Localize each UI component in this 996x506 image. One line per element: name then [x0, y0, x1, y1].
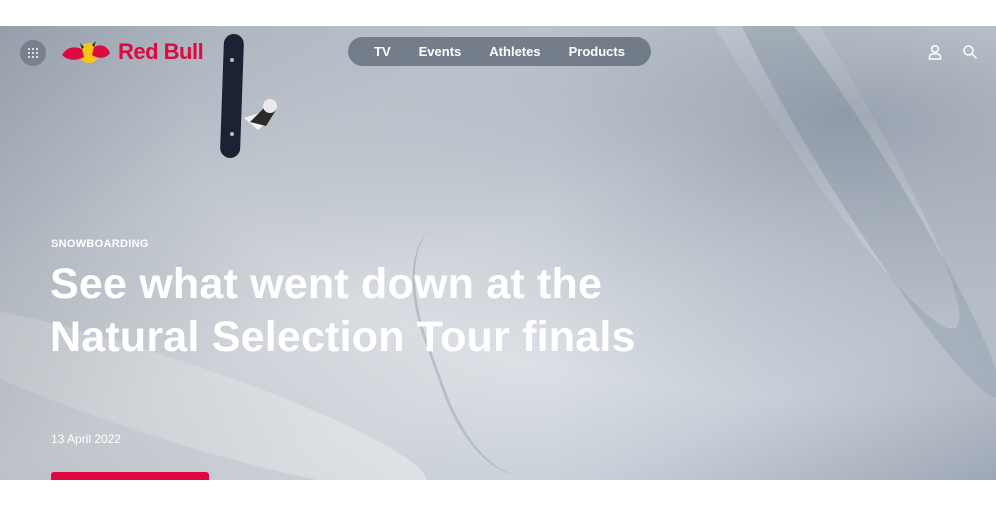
cta-button[interactable] — [51, 472, 209, 480]
bulls-icon — [62, 41, 110, 63]
nav-link-tv[interactable]: TV — [374, 44, 391, 59]
user-icon[interactable] — [925, 42, 945, 62]
hero-shade — [0, 26, 996, 480]
hero-image — [0, 26, 996, 480]
search-icon[interactable] — [960, 42, 980, 62]
red-bull-logo[interactable]: Red Bull — [60, 36, 204, 68]
nav-link-products[interactable]: Products — [569, 44, 625, 59]
grid-menu-icon[interactable] — [20, 40, 46, 66]
article-category[interactable]: SNOWBOARDING — [51, 238, 149, 250]
article-headline[interactable]: See what went down at the Natural Select… — [50, 258, 670, 364]
main-nav-pill: TV Events Athletes Products — [348, 37, 651, 66]
nav-link-athletes[interactable]: Athletes — [489, 44, 540, 59]
nav-link-events[interactable]: Events — [419, 44, 462, 59]
top-navigation: Red Bull TV Events Athletes Products — [0, 26, 996, 78]
article-date: 13 April 2022 — [51, 432, 122, 446]
brand-name: Red Bull — [118, 39, 204, 64]
